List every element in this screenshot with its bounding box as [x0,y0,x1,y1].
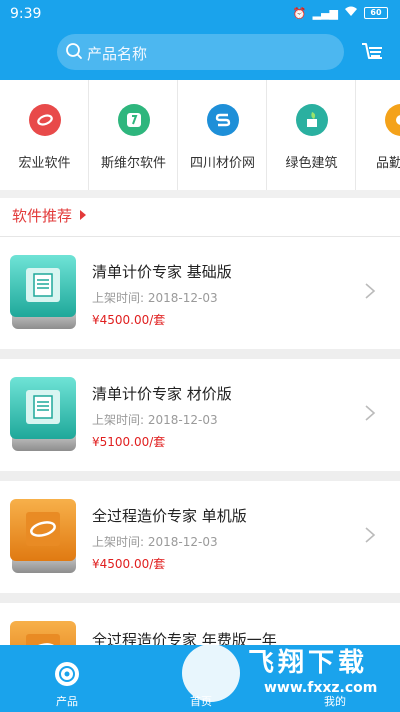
signal-icon: ▂▄▆ [312,6,338,20]
category-label: 斯维尔软件 [100,156,166,171]
siweier-logo-icon [118,104,150,136]
chevron-right-icon [365,527,376,543]
product-date: 上架时间: 2018-12-03 [92,413,218,427]
product-thumbnail [10,377,78,455]
status-icons: ⏰ ▂▄▆ 60 [293,6,388,20]
product-title: 清单计价专家 基础版 [92,263,232,281]
tab-products[interactable]: 产品 [0,645,134,712]
green-building-icon [296,104,328,136]
product-item[interactable]: 清单计价专家 基础版 上架时间: 2018-12-03 ¥4500.00/套 [0,237,400,349]
status-bar: 9:39 ⏰ ▂▄▆ 60 [0,0,400,28]
category-label: 四川材价网 [189,156,255,171]
product-price: ¥5100.00/套 [92,435,166,449]
section-title: 软件推荐 [12,207,73,225]
category-siweier[interactable]: 斯维尔软件 [89,80,178,190]
category-label: 宏业软件 [18,156,71,171]
app-header: 9:39 ⏰ ▂▄▆ 60 产品名称 [0,0,400,80]
product-price: ¥4500.00/套 [92,313,166,327]
hongye-logo-icon [29,104,61,136]
product-item[interactable]: 全过程造价专家 单机版 上架时间: 2018-12-03 ¥4500.00/套 [0,481,400,593]
product-title: 全过程造价专家 单机版 [92,507,247,525]
alarm-icon: ⏰ [292,6,307,20]
category-label: 品勤 [376,156,400,171]
chevron-right-icon [365,283,376,299]
category-hongye[interactable]: 宏业软件 [0,80,89,190]
product-date: 上架时间: 2018-12-03 [92,535,218,549]
status-time: 9:39 [10,6,42,22]
category-label: 绿色建筑 [285,156,338,171]
item-separator [0,349,400,359]
category-sichuan[interactable]: 四川材价网 [178,80,267,190]
watermark: 飞翔下载 www.fxxz.com [178,640,398,712]
triangle-right-icon [80,210,86,220]
category-pinqin[interactable]: 品勤 [356,80,400,190]
list-menu-icon[interactable] [358,38,386,66]
products-tab-icon [55,662,79,686]
category-green-building[interactable]: 绿色建筑 [267,80,356,190]
product-title: 清单计价专家 材价版 [92,385,232,403]
wifi-icon [344,6,358,20]
watermark-logo-icon [182,644,240,702]
watermark-title: 飞翔下载 [248,648,369,678]
tab-label: 产品 [56,695,78,708]
sichuan-logo-icon [207,104,239,136]
product-price: ¥4500.00/套 [92,557,166,571]
product-date: 上架时间: 2018-12-03 [92,291,218,305]
product-thumbnail [10,499,78,577]
watermark-url: www.fxxz.com [264,680,378,696]
search-input[interactable]: 产品名称 [57,34,344,70]
category-row: 宏业软件 斯维尔软件 四川材价网 绿色建筑 品勤 [0,80,400,190]
item-separator [0,471,400,481]
chevron-right-icon [365,405,376,421]
search-placeholder: 产品名称 [87,45,148,63]
battery-icon: 60 [364,7,388,19]
product-thumbnail [10,255,78,333]
pinqin-logo-icon [385,104,400,136]
section-gap [0,190,400,198]
search-icon [66,43,82,59]
product-item[interactable]: 清单计价专家 材价版 上架时间: 2018-12-03 ¥5100.00/套 [0,359,400,471]
item-separator [0,593,400,603]
